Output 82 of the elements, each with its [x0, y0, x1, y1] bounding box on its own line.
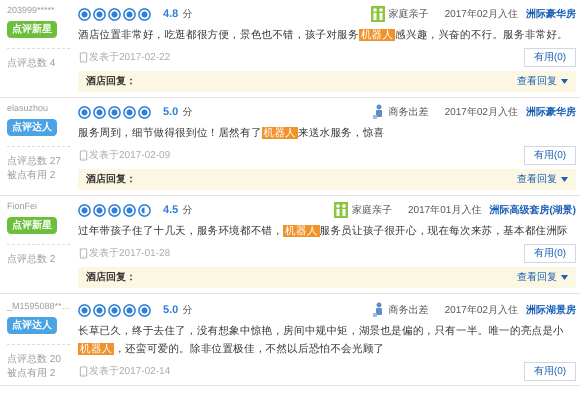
reviewer-stat: 点评总数 4	[7, 57, 56, 71]
review-text: 酒店位置非常好，吃逛都很方便，景色也不错，孩子对服务 机器人 感兴趣，兴奋的不行。服务非常好。	[78, 28, 570, 43]
family-icon	[370, 6, 385, 22]
review-text: 长草已久，终于去住了，没有想象中惊艳，房间中规中矩，湖景也是偏的，只有一半。唯一的亮点是小 机器人 ，还蛮可爱的。除非位置极佳，不然以后恐怕不会光顾了	[78, 324, 566, 357]
caret-down-icon	[561, 79, 568, 84]
score-unit: 分	[182, 204, 192, 218]
reviewer-stat: 点评总数 27	[7, 155, 62, 169]
phone-icon	[78, 150, 89, 160]
score: 5.0	[163, 302, 178, 318]
room-type-link[interactable]: 洲际湖景房	[526, 302, 576, 318]
family-icon	[334, 202, 348, 218]
reviewer-badge: 点评达人	[7, 119, 57, 136]
post-date: 发表于2017-02-09	[89, 148, 170, 162]
reply-label: 酒店回复：	[86, 172, 136, 187]
score-unit: 分	[182, 304, 192, 318]
rating-circle-icon	[108, 304, 121, 316]
reviewer-stat: 被点有用 2	[7, 367, 56, 381]
view-reply-link[interactable]: 查看回复	[517, 74, 568, 89]
reviewer-stat: 被点有用 2	[7, 169, 56, 183]
phone-icon	[78, 248, 89, 258]
reply-label: 酒店回复：	[86, 74, 136, 89]
post-date: 发表于2017-02-22	[89, 50, 170, 64]
score: 4.8	[163, 6, 178, 22]
trip-type: 家庭亲子	[388, 8, 429, 22]
room-type-link[interactable]: 洲际豪华房	[526, 104, 576, 120]
rating-circle-icon	[93, 304, 106, 316]
rating-circle-icon	[78, 204, 91, 216]
score-unit: 分	[182, 8, 192, 22]
business-person-icon	[372, 302, 385, 318]
username: _M1595088**…	[7, 300, 71, 312]
room-type-link[interactable]: 洲际高级套房(湖景)	[489, 202, 576, 218]
reply-label: 酒店回复：	[86, 270, 136, 285]
rating-circle-icon	[138, 106, 151, 118]
rating-circle-icon	[93, 106, 106, 118]
rating-circle-icon	[93, 204, 106, 216]
score: 5.0	[163, 104, 178, 120]
rating-circle-icon	[123, 204, 136, 216]
score: 4.5	[163, 202, 178, 218]
room-type-link[interactable]: 洲际豪华房	[526, 6, 576, 22]
post-date: 发表于2017-01-28	[89, 246, 170, 260]
caret-down-icon	[561, 275, 568, 280]
username: FionFei	[7, 200, 38, 212]
reviewer-badge: 点评达人	[7, 317, 57, 334]
rating-circle-icon	[123, 106, 136, 118]
rating-circle-icon	[78, 8, 91, 20]
helpful-button[interactable]: 有用(0)	[524, 146, 576, 164]
rating-circle-icon	[108, 8, 121, 20]
rating-circle-icon	[123, 8, 136, 20]
rating-circle-icon	[78, 304, 91, 316]
caret-down-icon	[561, 177, 568, 182]
trip-type: 商务出差	[388, 304, 429, 318]
username: elasuzhou	[7, 102, 48, 114]
helpful-button[interactable]: 有用(0)	[524, 244, 576, 262]
rating-circle-icon	[78, 106, 91, 118]
rating-circle-icon	[123, 304, 136, 316]
trip-type: 家庭亲子	[352, 204, 392, 218]
helpful-button[interactable]: 有用(0)	[524, 48, 576, 66]
username: 203999*****	[7, 4, 55, 16]
rating-circle-icon	[138, 204, 151, 216]
stay-date: 2017年02月入住	[444, 8, 518, 22]
business-person-icon	[372, 104, 385, 120]
score-unit: 分	[182, 106, 192, 120]
rating-circle-icon	[93, 8, 106, 20]
trip-type: 商务出差	[388, 106, 429, 120]
stay-date: 2017年02月入住	[444, 106, 518, 120]
post-date: 发表于2017-02-14	[89, 364, 170, 378]
reviewer-badge: 点评新星	[7, 217, 57, 234]
rating-circle-icon	[108, 204, 121, 216]
reviewer-stat: 点评总数 2	[7, 253, 56, 267]
reviewer-badge: 点评新星	[7, 21, 57, 38]
helpful-button[interactable]: 有用(0)	[524, 362, 576, 380]
view-reply-link[interactable]: 查看回复	[517, 172, 568, 187]
review-text: 服务周到，细节做得很到位！居然有了 机器人 来送水服务，惊喜	[78, 126, 386, 141]
reviewer-stat: 点评总数 20	[7, 353, 62, 367]
stay-date: 2017年01月入住	[408, 204, 482, 218]
phone-icon	[78, 52, 89, 62]
view-reply-link[interactable]: 查看回复	[517, 270, 568, 285]
stay-date: 2017年02月入住	[444, 304, 518, 318]
phone-icon	[78, 366, 89, 376]
rating-circle-icon	[138, 304, 151, 316]
rating-circle-icon	[138, 8, 151, 20]
rating-circle-icon	[108, 106, 121, 118]
